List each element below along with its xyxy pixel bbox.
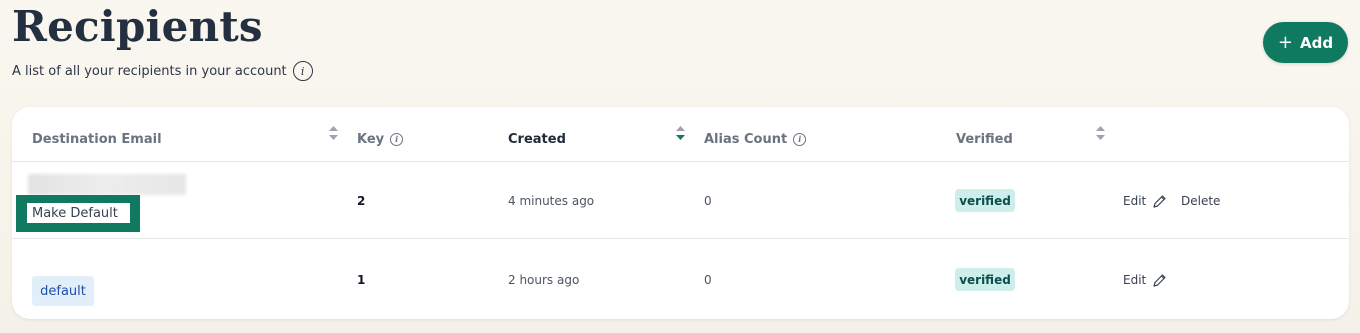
subtitle-text: A list of all your recipients in your ac… — [12, 63, 287, 79]
recipients-table: Destination Email Key i Created Alias Co… — [12, 107, 1349, 319]
row-divider — [12, 238, 1349, 239]
verified-badge: verified — [955, 268, 1015, 291]
key-value: 2 — [357, 194, 366, 208]
header-divider — [12, 161, 1349, 162]
make-default-button[interactable]: Make Default — [27, 203, 130, 223]
sort-icon[interactable] — [676, 126, 685, 140]
alias-count-value: 0 — [704, 194, 712, 208]
info-icon[interactable]: i — [292, 61, 313, 81]
alias-count-value: 0 — [704, 273, 712, 287]
default-badge: default — [32, 276, 94, 306]
info-icon[interactable]: i — [390, 132, 404, 146]
add-button-label: Add — [1300, 33, 1334, 52]
delete-link[interactable]: Delete — [1181, 193, 1220, 209]
redacted-email — [28, 174, 186, 195]
add-recipient-button[interactable]: + Add — [1263, 22, 1348, 63]
created-value: 2 hours ago — [508, 273, 580, 287]
column-header-key[interactable]: Key i — [357, 131, 404, 147]
edit-link[interactable]: Edit — [1123, 193, 1167, 209]
info-icon[interactable]: i — [793, 132, 807, 146]
column-header-created[interactable]: Created — [508, 131, 566, 147]
sort-icon[interactable] — [329, 126, 338, 140]
column-header-alias-count[interactable]: Alias Count i — [704, 131, 807, 147]
page-title: Recipients — [12, 2, 263, 51]
plus-icon: + — [1277, 31, 1293, 53]
page-subtitle: A list of all your recipients in your ac… — [12, 61, 313, 81]
sort-icon[interactable] — [1096, 126, 1105, 140]
pencil-icon — [1153, 273, 1166, 287]
key-value: 1 — [357, 273, 366, 287]
created-value: 4 minutes ago — [508, 194, 595, 208]
column-header-destination-email[interactable]: Destination Email — [32, 131, 162, 147]
edit-link[interactable]: Edit — [1123, 272, 1167, 288]
verified-badge: verified — [955, 189, 1015, 212]
pencil-icon — [1153, 194, 1166, 208]
column-header-verified[interactable]: Verified — [956, 131, 1013, 147]
